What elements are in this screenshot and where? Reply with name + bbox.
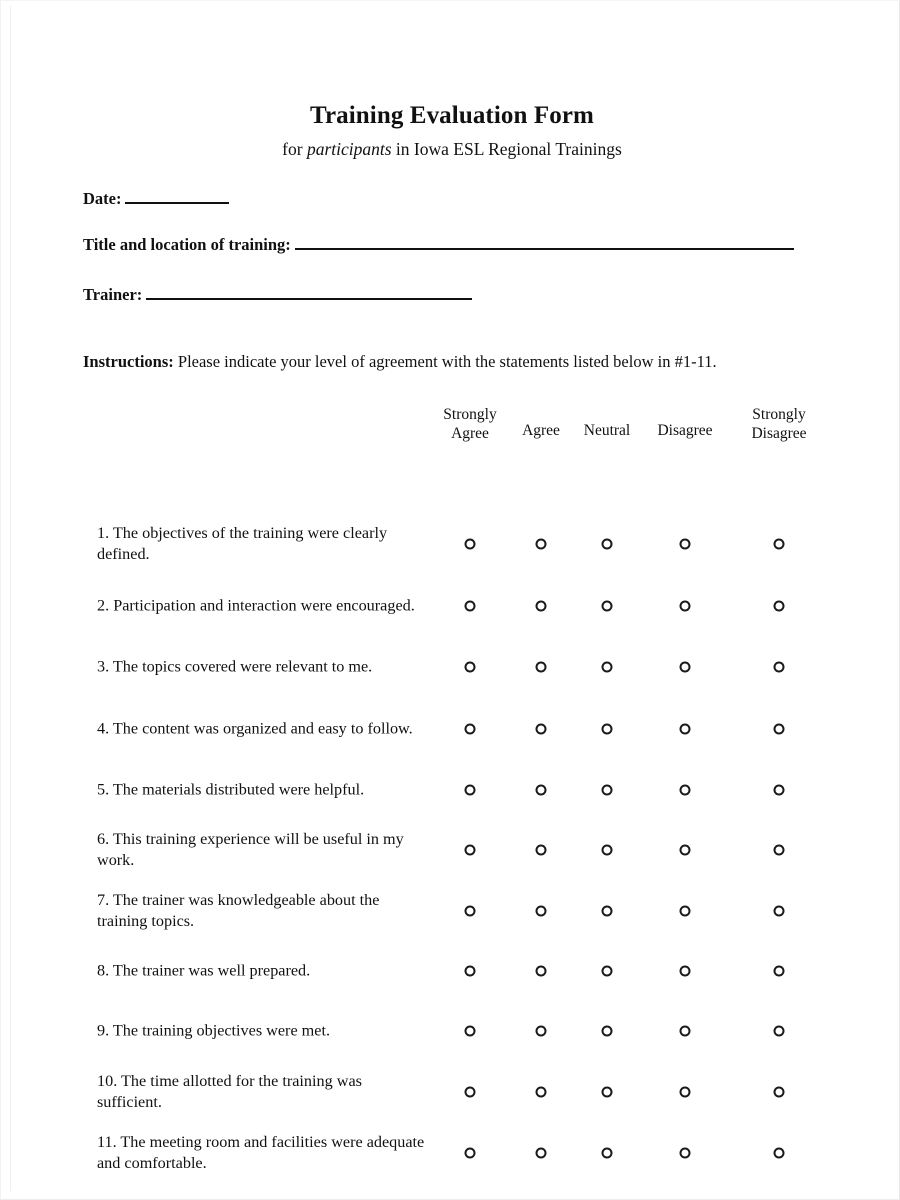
question-text: 1. The objectives of the training were c… <box>97 523 388 563</box>
training-title-location-field-label: Title and location of training: <box>83 235 291 255</box>
page-title: Training Evaluation Form <box>310 102 594 129</box>
radio-option-icon[interactable] <box>679 661 691 673</box>
question-text: 11. The meeting room and facilities were… <box>97 1132 425 1172</box>
radio-option-icon[interactable] <box>773 905 785 917</box>
radio-option-icon[interactable] <box>773 1086 785 1098</box>
radio-option-icon[interactable] <box>601 965 613 977</box>
scale-column-header: Agree <box>522 422 560 439</box>
radio-option-icon[interactable] <box>535 844 547 856</box>
form-page: Training Evaluation Form for participant… <box>0 0 900 1200</box>
radio-option-icon[interactable] <box>464 965 476 977</box>
scale-column-header: Neutral <box>583 422 631 439</box>
radio-option-icon[interactable] <box>679 844 691 856</box>
radio-option-icon[interactable] <box>601 538 613 550</box>
radio-option-icon[interactable] <box>464 1147 476 1159</box>
radio-option-icon[interactable] <box>679 1147 691 1159</box>
radio-option-icon[interactable] <box>773 538 785 550</box>
radio-option-icon[interactable] <box>601 905 613 917</box>
radio-option-icon[interactable] <box>679 1025 691 1037</box>
date-field-blank[interactable] <box>125 187 230 205</box>
scale-column-header: Strongly Agree <box>443 406 497 442</box>
radio-option-icon[interactable] <box>679 538 691 550</box>
radio-option-icon[interactable] <box>679 784 691 796</box>
question-text: 5. The materials distributed were helpfu… <box>97 780 365 799</box>
training-title-location-field-blank[interactable] <box>294 233 794 251</box>
radio-option-icon[interactable] <box>464 844 476 856</box>
trainer-field-row: Trainer: <box>83 283 473 305</box>
radio-option-icon[interactable] <box>464 538 476 550</box>
radio-option-icon[interactable] <box>773 661 785 673</box>
radio-option-icon[interactable] <box>464 661 476 673</box>
radio-option-icon[interactable] <box>464 784 476 796</box>
radio-option-icon[interactable] <box>679 1086 691 1098</box>
radio-option-icon[interactable] <box>535 661 547 673</box>
scale-column-header: Disagree <box>657 422 713 439</box>
radio-option-icon[interactable] <box>535 1025 547 1037</box>
radio-option-icon[interactable] <box>601 844 613 856</box>
radio-option-icon[interactable] <box>535 538 547 550</box>
radio-option-icon[interactable] <box>773 600 785 612</box>
radio-option-icon[interactable] <box>601 784 613 796</box>
question-text: 4. The content was organized and easy to… <box>97 719 413 738</box>
radio-option-icon[interactable] <box>535 1147 547 1159</box>
page-content: Training Evaluation Form for participant… <box>10 6 893 1191</box>
scale-column-header: Strongly Disagree <box>751 406 807 442</box>
training-title-location-field-row: Title and location of training: <box>83 233 794 255</box>
instructions-label: Instructions: <box>83 352 174 371</box>
radio-option-icon[interactable] <box>679 965 691 977</box>
radio-option-icon[interactable] <box>601 723 613 735</box>
radio-option-icon[interactable] <box>535 784 547 796</box>
instructions-text: Please indicate your level of agreement … <box>173 352 717 371</box>
radio-option-icon[interactable] <box>601 600 613 612</box>
date-field-label: Date: <box>83 189 122 209</box>
radio-option-icon[interactable] <box>464 905 476 917</box>
rating-matrix: Strongly Agree Agree Neutral Disagree Strong… <box>11 402 893 1172</box>
radio-option-icon[interactable] <box>773 1147 785 1159</box>
radio-option-icon[interactable] <box>773 784 785 796</box>
date-field-row: Date: <box>83 187 230 209</box>
question-text: 9. The training objectives were met. <box>97 1021 330 1040</box>
radio-option-icon[interactable] <box>601 1086 613 1098</box>
trainer-field-label: Trainer: <box>83 285 143 305</box>
radio-option-icon[interactable] <box>601 661 613 673</box>
subtitle-emphasis: participants <box>306 139 392 159</box>
radio-option-icon[interactable] <box>535 600 547 612</box>
radio-option-icon[interactable] <box>535 965 547 977</box>
radio-option-icon[interactable] <box>773 844 785 856</box>
trainer-field-blank[interactable] <box>146 283 473 301</box>
rating-scale-header-row: Strongly Agree Agree Neutral Disagree Strong… <box>11 402 893 456</box>
radio-option-icon[interactable] <box>464 1086 476 1098</box>
instructions-line: Instructions: Please indicate your level… <box>83 352 717 372</box>
subtitle-suffix: in Iowa ESL Regional Trainings <box>391 139 622 159</box>
radio-option-icon[interactable] <box>535 905 547 917</box>
question-text: 3. The topics covered were relevant to m… <box>97 657 373 676</box>
radio-option-icon[interactable] <box>679 905 691 917</box>
question-text: 7. The trainer was knowledgeable about t… <box>97 890 380 930</box>
question-text: 10. The time allotted for the training w… <box>97 1071 362 1111</box>
radio-option-icon[interactable] <box>535 1086 547 1098</box>
subtitle-prefix: for <box>282 139 307 159</box>
radio-option-icon[interactable] <box>601 1147 613 1159</box>
radio-option-icon[interactable] <box>464 723 476 735</box>
question-text: 6. This training experience will be usef… <box>97 829 404 869</box>
radio-option-icon[interactable] <box>679 723 691 735</box>
question-text: 2. Participation and interaction were en… <box>97 596 415 615</box>
radio-option-icon[interactable] <box>773 1025 785 1037</box>
radio-option-icon[interactable] <box>464 1025 476 1037</box>
radio-option-icon[interactable] <box>679 600 691 612</box>
radio-option-icon[interactable] <box>464 600 476 612</box>
radio-option-icon[interactable] <box>535 723 547 735</box>
question-text: 8. The trainer was well prepared. <box>97 961 311 980</box>
radio-option-icon[interactable] <box>601 1025 613 1037</box>
radio-option-icon[interactable] <box>773 723 785 735</box>
page-subtitle: for participants in Iowa ESL Regional Tr… <box>11 139 893 160</box>
radio-option-icon[interactable] <box>773 965 785 977</box>
